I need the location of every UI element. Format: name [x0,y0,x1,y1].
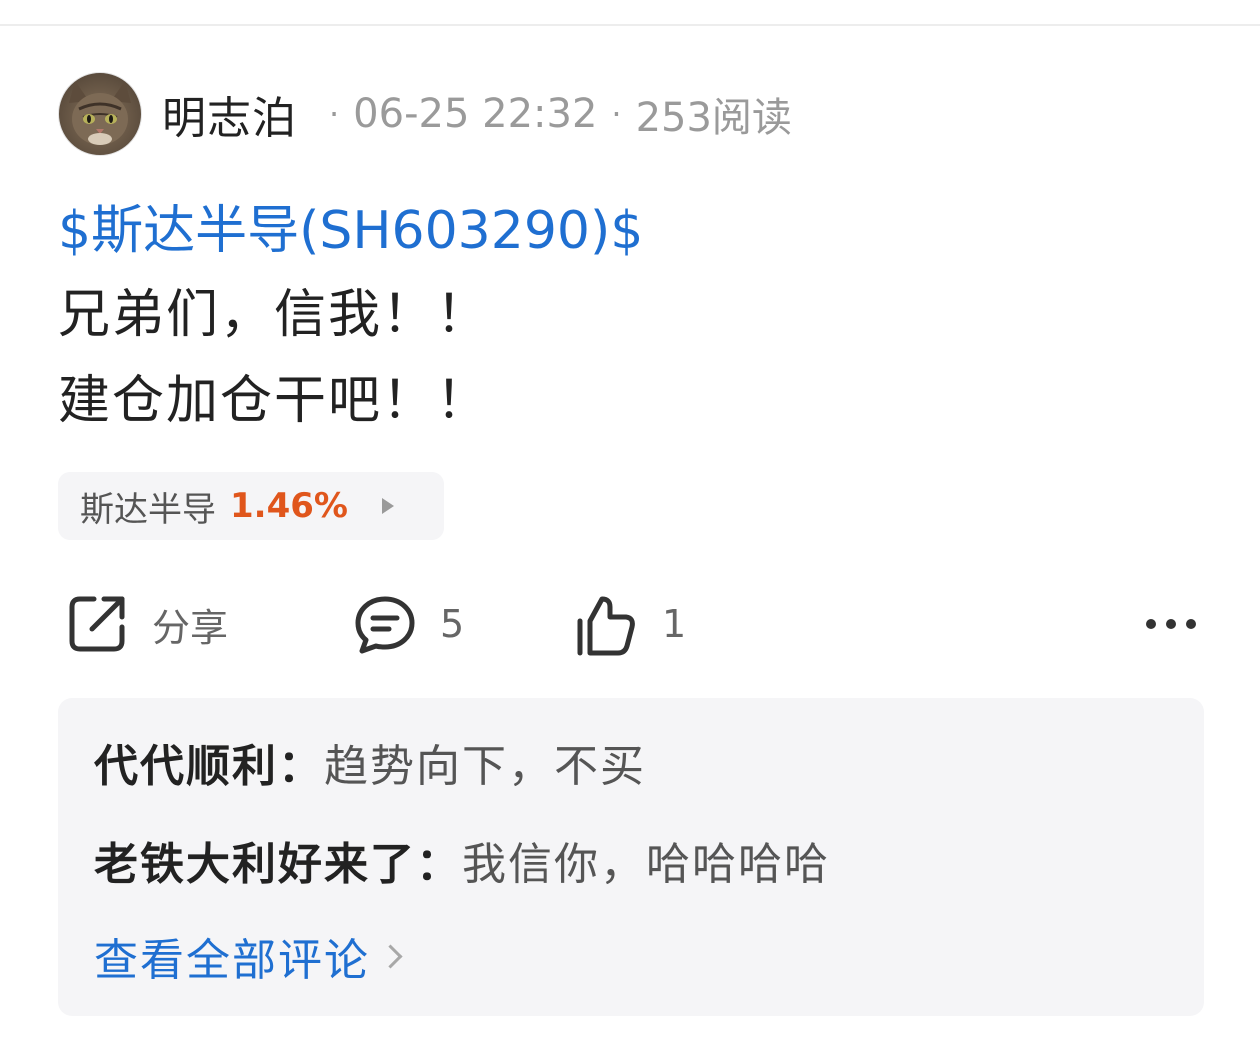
author-name[interactable]: 明志泊 [162,82,297,146]
more-button[interactable] [1144,582,1198,666]
view-all-label: 查看全部评论 [94,935,370,986]
post-content: $斯达半导(SH603290)$ 兄弟们，信我！！ 建仓加仓干吧！！ [58,190,1208,444]
comment-colon: ： [278,741,324,792]
action-bar: 分享 5 1 [58,582,1208,666]
post-header: 明志泊 · 06-25 22:32 · 253阅读 [58,72,792,156]
like-button[interactable]: 1 [574,582,686,666]
comment-text: 趋势向下，不买 [324,741,646,792]
share-icon [69,596,125,652]
comment-button[interactable]: 5 [352,582,464,666]
comment-count: 5 [440,602,465,646]
post-text-line: 兄弟们，信我！！ [58,285,491,345]
read-count: 253阅读 [635,95,792,141]
play-arrow-icon [381,498,394,514]
share-button[interactable]: 分享 [64,582,228,666]
comment-text: 我信你，哈哈哈哈 [462,839,830,890]
share-label: 分享 [152,605,229,650]
comment-bubble-icon [355,596,415,654]
more-dots-icon [1146,619,1196,629]
author-avatar[interactable] [58,72,142,156]
stock-link[interactable]: $斯达半导(SH603290)$ [58,190,1208,272]
chevron-right-icon [378,943,403,969]
thumbs-up-icon [577,596,635,656]
comment-user[interactable]: 代代顺利 [94,741,278,792]
like-count: 1 [662,602,687,646]
stock-chip-change: 1.46% [230,486,348,526]
post-date: 06-25 22:32 [353,91,598,137]
top-divider [0,24,1260,26]
comments-preview: 代代顺利：趋势向下，不买 老铁大利好来了：我信你，哈哈哈哈 查看全部评论 [58,698,1204,1016]
stock-chip-name: 斯达半导 [80,489,216,530]
stock-quote-chip[interactable]: 斯达半导 1.46% [58,472,444,540]
meta-separator: · [329,95,340,133]
comment-user[interactable]: 老铁大利好来了 [94,839,416,890]
meta-separator: · [611,95,622,133]
post-meta: · 06-25 22:32 · 253阅读 [315,85,792,143]
comment-item[interactable]: 代代顺利：趋势向下，不买 [94,730,646,794]
comment-item[interactable]: 老铁大利好来了：我信你，哈哈哈哈 [94,828,830,892]
comment-colon: ： [416,839,462,890]
post-text-line: 建仓加仓干吧！！ [58,371,491,431]
cat-avatar-image [69,81,131,145]
view-all-comments-link[interactable]: 查看全部评论 [94,924,403,988]
